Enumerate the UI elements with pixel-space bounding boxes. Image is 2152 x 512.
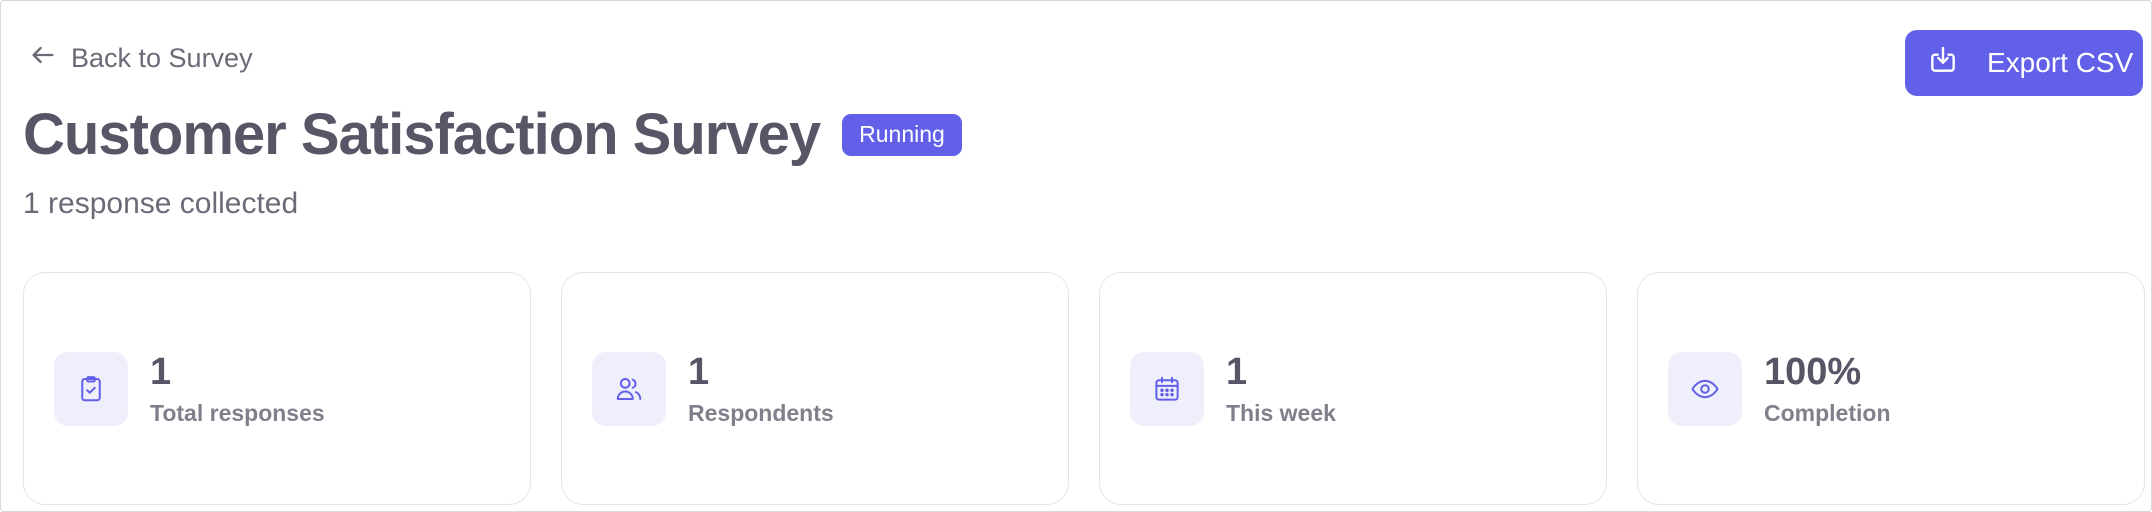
stat-value: 100% — [1764, 350, 1862, 393]
stat-label: Total responses — [150, 399, 325, 426]
clipboard-check-icon — [54, 351, 128, 426]
calendar-icon — [1130, 351, 1204, 426]
response-count-subtitle: 1 response collected — [23, 187, 299, 220]
stat-value: 1 — [688, 350, 710, 393]
stat-label: This week — [1226, 399, 1336, 426]
page-title: Customer Satisfaction Survey — [23, 102, 821, 167]
export-button-label: Export CSV — [1987, 47, 2134, 78]
stats-row: 1 Total responses 1 Respondents 1 This w… — [23, 272, 2145, 505]
stat-card-this-week: 1 This week — [1099, 272, 1607, 505]
title-row: Customer Satisfaction Survey Running — [23, 101, 962, 168]
stat-card-total-responses: 1 Total responses — [23, 272, 531, 505]
users-icon — [592, 351, 666, 426]
back-to-survey-link[interactable]: Back to Survey — [29, 41, 253, 76]
back-link-label: Back to Survey — [71, 43, 253, 73]
eye-icon — [1668, 351, 1742, 426]
stat-card-respondents: 1 Respondents — [561, 272, 1069, 505]
stat-value: 1 — [150, 350, 172, 393]
status-badge: Running — [842, 113, 962, 156]
stat-card-completion: 100% Completion — [1637, 272, 2145, 505]
page-frame: Back to Survey Export CSV Customer Satis… — [0, 0, 2152, 512]
export-csv-button[interactable]: Export CSV — [1905, 30, 2143, 96]
stat-label: Completion — [1764, 399, 1891, 426]
download-icon — [1927, 44, 1959, 83]
arrow-left-icon — [29, 41, 57, 76]
stat-label: Respondents — [688, 399, 834, 426]
stat-value: 1 — [1226, 350, 1248, 393]
